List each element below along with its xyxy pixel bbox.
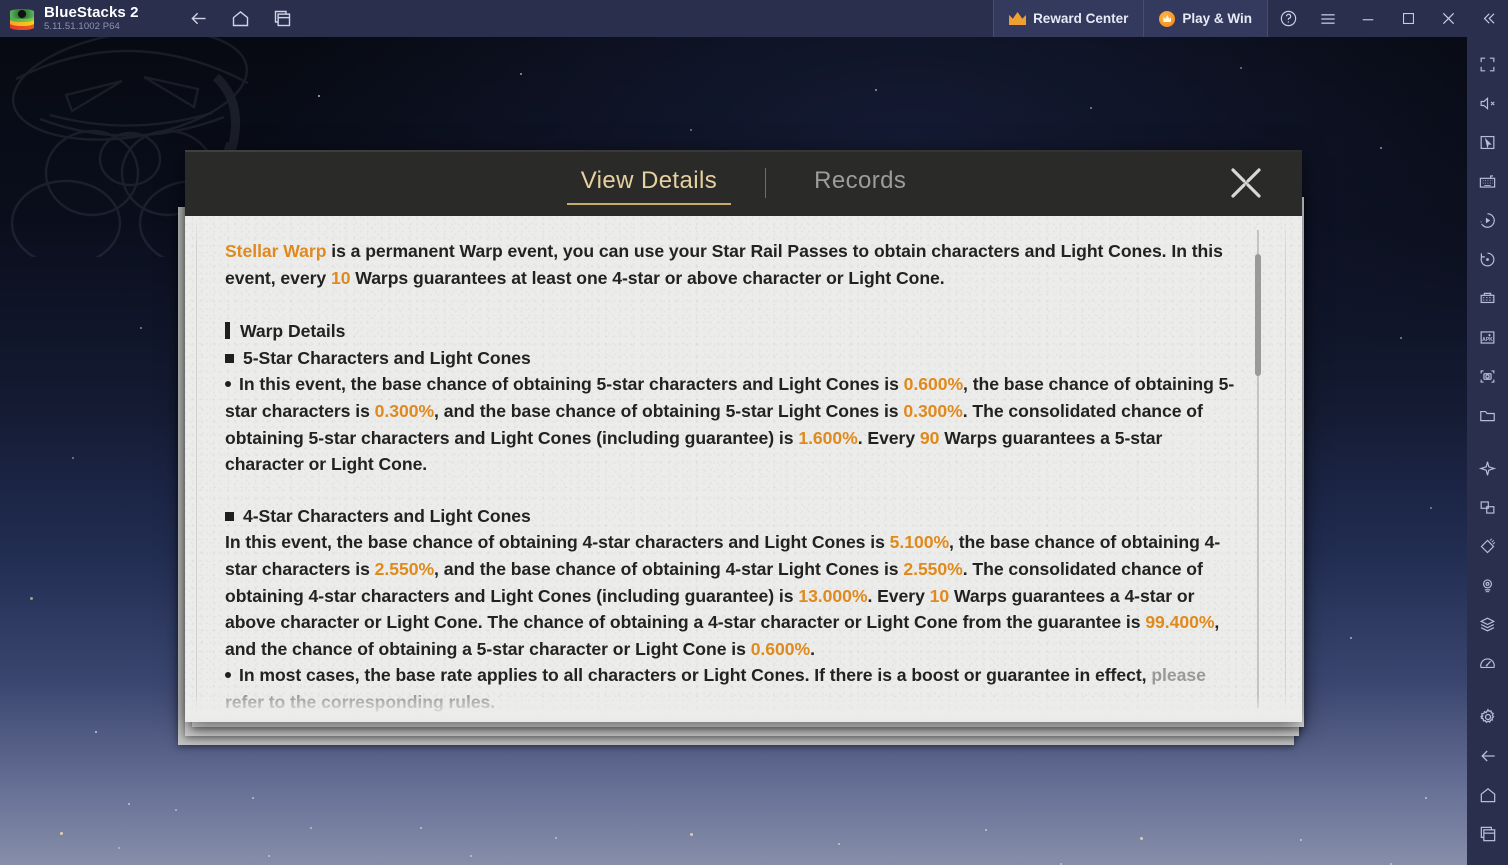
titlebar-nav-group — [185, 5, 297, 33]
body-right-rule — [1285, 216, 1286, 722]
help-button[interactable] — [1268, 0, 1308, 37]
app-root: View Details Records Stellar Warp is a p… — [0, 0, 1508, 865]
right-sidebar: APK — [1467, 37, 1508, 865]
fs-t1: In this event, the base chance of obtain… — [239, 374, 904, 395]
app-title-block: BlueStacks 2 5.11.51.1002 P64 — [44, 3, 139, 33]
note-line1: In most cases, the base rate applies to … — [239, 665, 1147, 686]
intro-paragraph: Stellar Warp is a permanent Warp event, … — [225, 238, 1240, 291]
square-bullet-icon — [225, 353, 234, 363]
heading-bar-icon — [225, 322, 230, 340]
fs-v5: 90 — [919, 427, 940, 448]
warp-details-dialog: View Details Records Stellar Warp is a p… — [178, 150, 1304, 750]
fr-v2: 2.550% — [374, 558, 435, 579]
dialog-header: View Details Records — [185, 150, 1302, 216]
fr-t5: . Every — [867, 585, 930, 606]
dialog-tabs: View Details Records — [553, 161, 935, 205]
crown-icon — [1009, 12, 1027, 25]
tab-divider — [765, 168, 767, 198]
sidebar-home-button[interactable] — [1467, 775, 1508, 814]
stellar-warp-title: Stellar Warp — [225, 241, 327, 261]
play-and-win-label: Play & Win — [1182, 11, 1252, 26]
warp-details-heading-label: Warp Details — [240, 321, 346, 342]
four-star-heading-label: 4-Star Characters and Light Cones — [243, 505, 531, 526]
mute-button[interactable] — [1467, 84, 1508, 123]
five-star-heading-label: 5-Star Characters and Light Cones — [243, 347, 531, 368]
fr-t8: . — [810, 638, 815, 659]
window-titlebar: BlueStacks 2 5.11.51.1002 P64 Reward Cen… — [0, 0, 1508, 37]
fs-t5: . Every — [857, 427, 920, 448]
fs-v1: 0.600% — [903, 374, 964, 395]
fr-v3: 2.550% — [903, 558, 963, 579]
note-paragraph: In most cases, the base rate applies to … — [225, 662, 1240, 715]
five-star-paragraph: In this event, the base chance of obtain… — [225, 371, 1240, 477]
fullscreen-button[interactable] — [1467, 45, 1508, 84]
cursor-lock-button[interactable] — [1467, 123, 1508, 162]
warp-details-heading: Warp Details — [225, 318, 1240, 345]
dot-bullet-icon — [225, 381, 231, 388]
sidebar-recents-button[interactable] — [1467, 814, 1508, 853]
reward-center-button[interactable]: Reward Center — [993, 0, 1144, 37]
performance-button[interactable] — [1467, 644, 1508, 683]
fs-v4: 1.600% — [798, 427, 858, 448]
fr-t3: , and the base chance of obtaining 4-sta… — [434, 558, 904, 579]
home-button[interactable] — [227, 5, 255, 33]
fs-v2: 0.300% — [374, 400, 435, 421]
shake-button[interactable] — [1467, 527, 1508, 566]
four-star-paragraph: In this event, the base chance of obtain… — [225, 529, 1240, 662]
dialog-content: Stellar Warp is a permanent Warp event, … — [225, 238, 1240, 716]
settings-button[interactable] — [1467, 697, 1508, 736]
screenshot-button[interactable] — [1467, 357, 1508, 396]
eco-mode-button[interactable] — [1467, 449, 1508, 488]
media-manager-button[interactable] — [1467, 396, 1508, 435]
fr-v4: 13.000% — [798, 585, 868, 606]
fr-v5: 10 — [929, 585, 950, 606]
scrollbar-thumb[interactable] — [1255, 254, 1261, 376]
svg-text:APK: APK — [1482, 337, 1493, 343]
fs-v3: 0.300% — [903, 400, 963, 421]
pip-mode-button[interactable] — [1467, 488, 1508, 527]
rotate-button[interactable] — [1467, 240, 1508, 279]
location-button[interactable] — [1467, 566, 1508, 605]
tab-view-details[interactable]: View Details — [553, 161, 745, 205]
reward-center-label: Reward Center — [1033, 11, 1129, 26]
fr-v1: 5.100% — [889, 532, 950, 553]
game-controls-button[interactable] — [1467, 162, 1508, 201]
dialog-panel: View Details Records Stellar Warp is a p… — [185, 150, 1302, 722]
intro-line1-rest: is a permanent Warp event, you can use y… — [326, 241, 1167, 261]
app-version: 5.11.51.1002 P64 — [44, 21, 120, 33]
tab-records[interactable]: Records — [786, 161, 934, 205]
collapse-sidebar-button[interactable] — [1468, 0, 1508, 37]
intro-line2-post: Warps guarantees at least one 4-star or … — [350, 267, 945, 288]
window-controls — [1268, 0, 1508, 37]
dialog-body: Stellar Warp is a permanent Warp event, … — [185, 216, 1302, 722]
multi-instance-button[interactable] — [269, 5, 297, 33]
layers-button[interactable] — [1467, 605, 1508, 644]
intro-guarantee-count: 10 — [330, 267, 351, 288]
play-and-win-button[interactable]: Play & Win — [1143, 0, 1268, 37]
dot-bullet-icon — [225, 672, 231, 679]
five-star-heading: 5-Star Characters and Light Cones — [225, 345, 1240, 372]
maximize-button[interactable] — [1388, 0, 1428, 37]
fr-t1: In this event, the base chance of obtain… — [225, 532, 890, 553]
four-star-heading: 4-Star Characters and Light Cones — [225, 503, 1240, 530]
dialog-close-button[interactable] — [1224, 161, 1268, 205]
fs-t3: , and the base chance of obtaining 5-sta… — [434, 400, 904, 421]
fr-v6: 99.400% — [1145, 612, 1215, 633]
fr-v7: 0.600% — [750, 638, 811, 659]
back-button[interactable] — [185, 5, 213, 33]
minimize-button[interactable] — [1348, 0, 1388, 37]
sidebar-back-button[interactable] — [1467, 736, 1508, 775]
menu-button[interactable] — [1308, 0, 1348, 37]
close-button[interactable] — [1428, 0, 1468, 37]
bluestacks-logo-icon — [10, 8, 34, 30]
install-apk-button[interactable]: APK — [1467, 318, 1508, 357]
multi-instance-manager-button[interactable] — [1467, 279, 1508, 318]
app-name: BlueStacks 2 — [44, 3, 139, 21]
play-win-badge-icon — [1159, 10, 1176, 27]
square-bullet-icon — [225, 511, 234, 521]
macro-recorder-button[interactable] — [1467, 201, 1508, 240]
